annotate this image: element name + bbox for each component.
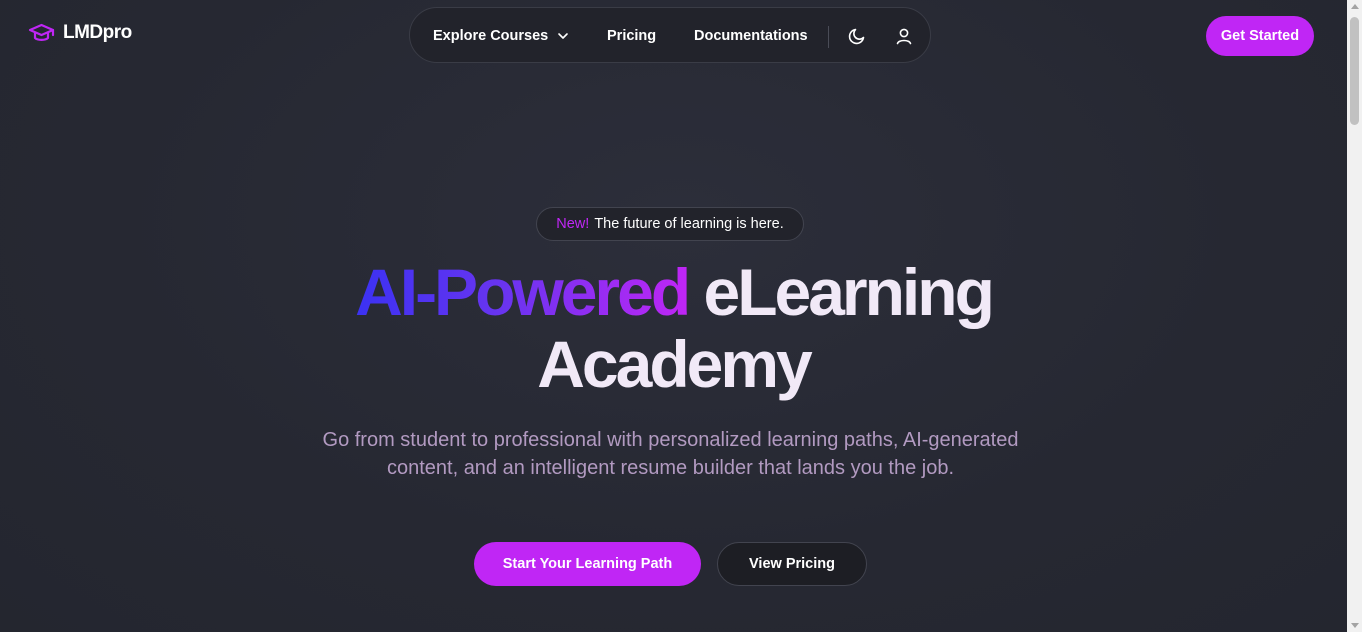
start-learning-path-button[interactable]: Start Your Learning Path xyxy=(474,542,701,586)
scrollbar-thumb[interactable] xyxy=(1350,17,1359,125)
headline-word-elearning: eLearning xyxy=(703,255,995,329)
view-pricing-button[interactable]: View Pricing xyxy=(717,542,867,586)
moon-icon[interactable] xyxy=(846,25,868,47)
brand-logo[interactable]: LMDpro xyxy=(28,22,132,44)
nav-item-label: Explore Courses xyxy=(433,28,549,44)
headline-word-academy: Academy xyxy=(537,327,812,401)
nav-documentations[interactable]: Documentations xyxy=(694,8,808,64)
nav-pricing[interactable]: Pricing xyxy=(607,8,656,64)
announcement-badge: New! The future of learning is here. xyxy=(536,207,804,241)
brand-name: LMDpro xyxy=(63,22,132,43)
landing-page: LMDpro Explore Courses Pricing Documenta… xyxy=(0,0,1362,632)
main-nav: Explore Courses Pricing Documentations xyxy=(409,7,931,63)
user-icon[interactable] xyxy=(893,25,915,47)
nav-explore-courses[interactable]: Explore Courses xyxy=(433,8,569,64)
badge-text: The future of learning is here. xyxy=(594,216,784,232)
vertical-scrollbar[interactable] xyxy=(1347,0,1362,632)
nav-item-label: Documentations xyxy=(694,28,808,44)
hero-subtitle: Go from student to professional with per… xyxy=(322,429,1019,479)
nav-item-label: Pricing xyxy=(607,28,657,44)
hero-headline: AI-Powered eLearning Academy xyxy=(0,256,1347,400)
scroll-down-arrow-icon[interactable] xyxy=(1351,623,1359,628)
nav-divider xyxy=(828,26,829,48)
headline-highlight: AI-Powered xyxy=(355,255,691,329)
scroll-up-arrow-icon[interactable] xyxy=(1351,4,1359,9)
badge-new-label: New! xyxy=(556,216,590,232)
get-started-button[interactable]: Get Started xyxy=(1206,16,1314,56)
chevron-down-icon xyxy=(557,32,569,40)
graduation-cap-icon xyxy=(28,22,55,44)
